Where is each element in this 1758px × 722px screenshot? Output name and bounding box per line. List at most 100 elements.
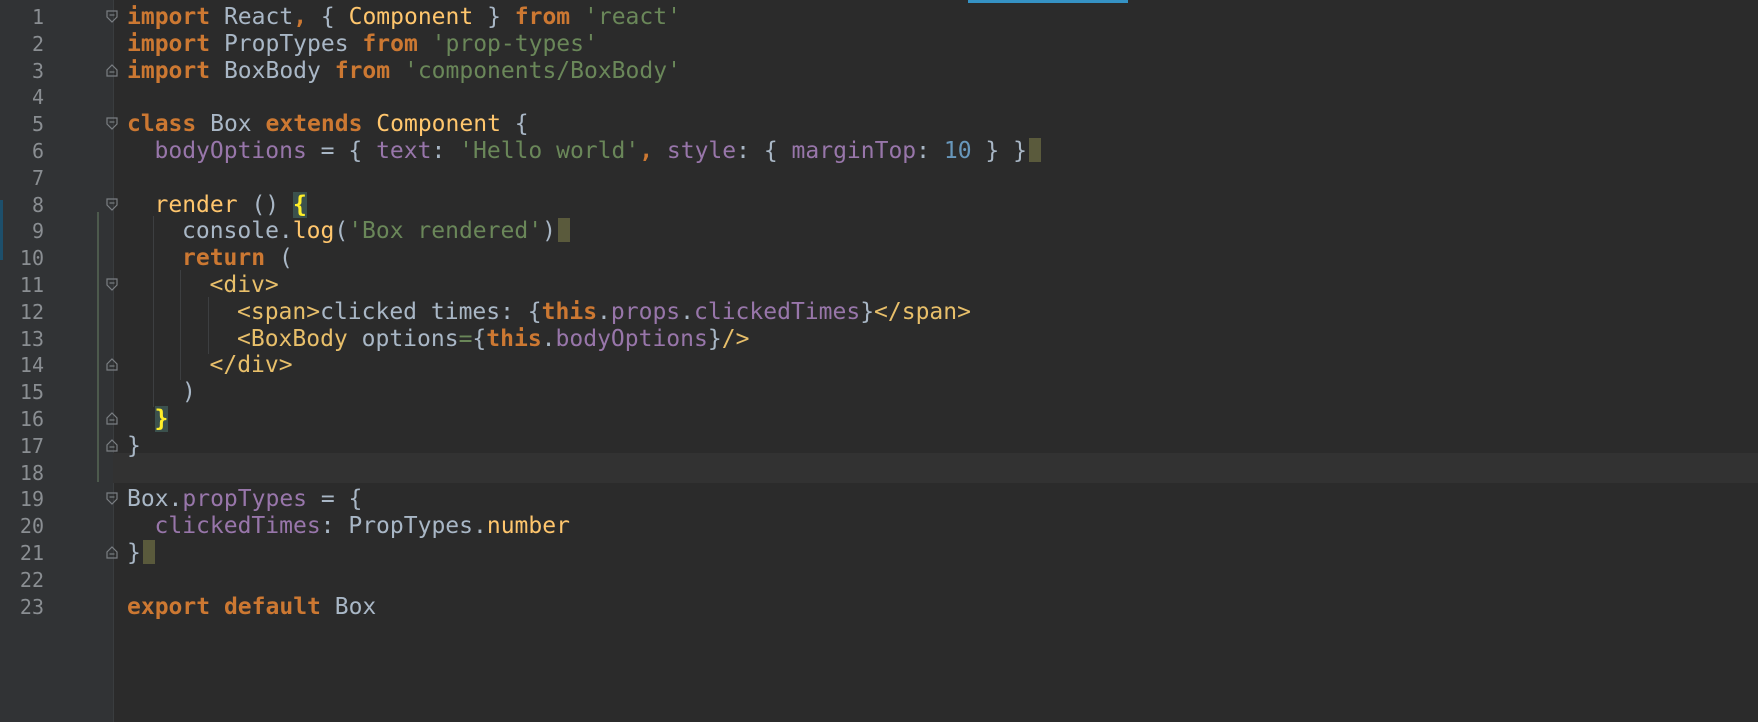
code-line[interactable]: 11 <div> — [0, 270, 1758, 300]
code-text[interactable]: <BoxBody options={this.bodyOptions}/> — [237, 324, 749, 354]
fold-close-icon[interactable] — [106, 358, 118, 371]
code-line[interactable]: 15) — [0, 377, 1758, 408]
code-token: } — [707, 325, 722, 352]
code-token: = — [458, 325, 473, 352]
code-line[interactable]: 20 clickedTimes: PropTypes.number — [0, 511, 1758, 541]
code-token: clicked times: { — [320, 298, 542, 325]
fold-open-icon[interactable] — [106, 10, 118, 23]
code-text[interactable]: return ( — [182, 243, 293, 273]
code-text[interactable]: } — [127, 538, 155, 568]
code-line[interactable]: 16} — [0, 404, 1758, 434]
fold-open-icon[interactable] — [106, 197, 118, 211]
code-line[interactable]: 23 export default Box — [0, 592, 1758, 622]
code-token: import — [127, 57, 211, 84]
code-token: { — [472, 325, 487, 352]
code-token: 'prop-types' — [431, 30, 598, 57]
fold-close-icon[interactable] — [106, 63, 118, 77]
code-token: : — [916, 138, 944, 164]
code-token: . — [680, 298, 695, 325]
code-token: BoxBody — [210, 57, 335, 84]
code-token: . — [597, 298, 611, 325]
line-number: 11 — [19, 273, 44, 297]
code-line[interactable]: 18 — [0, 458, 1758, 488]
indent-guide — [180, 270, 181, 300]
code-text[interactable]: class Box extends Component { — [127, 109, 529, 139]
code-token: import — [127, 30, 211, 57]
line-number: 8 — [31, 192, 44, 217]
code-text[interactable]: import PropTypes from 'prop-types' — [127, 29, 598, 59]
code-line[interactable]: 3 import BoxBody from 'components/BoxBody… — [0, 56, 1758, 86]
code-token: Box. — [127, 486, 183, 513]
code-line[interactable]: 9 console.log('Box rendered') — [0, 216, 1758, 247]
code-text[interactable]: bodyOptions = { text: 'Hello world', sty… — [155, 136, 1041, 166]
code-line[interactable]: 17} — [0, 431, 1758, 461]
indent-guide — [152, 216, 154, 247]
fold-close-icon[interactable] — [106, 546, 118, 559]
code-token: React — [210, 4, 294, 30]
code-text[interactable]: ) — [182, 377, 196, 407]
code-line[interactable]: 6 bodyOptions = { text: 'Hello world', st… — [0, 136, 1758, 166]
code-token: = { — [306, 138, 377, 164]
code-text[interactable]: clickedTimes: PropTypes.number — [155, 511, 570, 541]
code-text[interactable]: render () { — [155, 190, 307, 220]
code-token: PropTypes — [210, 30, 363, 57]
code-line[interactable]: 1 import React, { Component } from 'react… — [0, 2, 1758, 32]
code-text[interactable]: <span>clicked times: {this.props.clicked… — [237, 297, 971, 327]
code-token: Component — [348, 4, 474, 30]
code-line[interactable]: 7 — [0, 163, 1758, 193]
fold-open-icon[interactable] — [106, 117, 118, 131]
code-line[interactable]: 12 <span>clicked times: {this.props.click… — [0, 296, 1758, 327]
code-line[interactable]: 8 render () { — [0, 190, 1758, 220]
line-number: 13 — [19, 326, 44, 351]
code-line[interactable]: 14 </div> — [0, 350, 1758, 381]
fold-close-icon[interactable] — [106, 438, 118, 452]
code-text[interactable]: <div> — [210, 270, 279, 300]
code-token: } — [860, 298, 875, 325]
code-line[interactable]: 22 — [0, 565, 1758, 595]
code-line[interactable]: 21} — [0, 538, 1758, 568]
line-number: 19 — [19, 487, 44, 512]
code-line[interactable]: 5 class Box extends Component { — [0, 109, 1758, 139]
code-token: default — [223, 593, 321, 620]
fold-open-icon[interactable] — [106, 492, 118, 506]
code-text[interactable]: export default Box — [127, 592, 376, 622]
eol-marker — [142, 540, 155, 564]
code-token: } — [473, 4, 515, 30]
code-text[interactable]: } — [127, 431, 141, 461]
code-text[interactable]: </div> — [210, 350, 293, 380]
code-token: 'Hello world' — [459, 138, 640, 164]
code-editor[interactable]: 1 import React, { Component } from 'react… — [0, 0, 1758, 722]
code-line[interactable]: 2 import PropTypes from 'prop-types' — [0, 29, 1758, 59]
line-number: 22 — [19, 567, 44, 592]
code-token: <div> — [209, 272, 279, 298]
eol-marker — [1028, 138, 1041, 162]
indent-guide — [152, 270, 154, 300]
line-number: 2 — [31, 31, 44, 56]
code-line[interactable]: 13 <BoxBody options={this.bodyOptions}/> — [0, 323, 1758, 354]
fold-open-icon[interactable] — [106, 278, 118, 291]
code-text[interactable]: Box.propTypes = { — [127, 484, 362, 514]
code-text[interactable]: import React, { Component } from 'react' — [127, 2, 681, 32]
line-number: 15 — [19, 380, 44, 405]
code-text[interactable]: import BoxBody from 'components/BoxBody' — [127, 56, 681, 86]
code-token: return — [182, 245, 266, 272]
line-number: 20 — [19, 514, 44, 539]
code-token: import — [127, 4, 211, 30]
line-number: 18 — [19, 460, 44, 485]
indent-guide — [207, 296, 209, 327]
code-token: ) — [542, 218, 556, 245]
indent-guide — [180, 296, 181, 327]
code-line[interactable]: 10 return ( — [0, 243, 1758, 274]
code-line[interactable]: 4 — [0, 82, 1758, 112]
code-token: from — [334, 57, 391, 84]
code-token: export — [127, 593, 211, 620]
line-number: 5 — [31, 112, 44, 137]
code-line[interactable]: 19 Box.propTypes = { — [0, 484, 1758, 514]
code-text[interactable]: console.log('Box rendered') — [182, 216, 570, 246]
line-number: 9 — [31, 219, 44, 244]
fold-close-icon[interactable] — [106, 412, 118, 425]
code-token: ( — [334, 218, 349, 245]
code-text[interactable]: } — [154, 404, 169, 434]
